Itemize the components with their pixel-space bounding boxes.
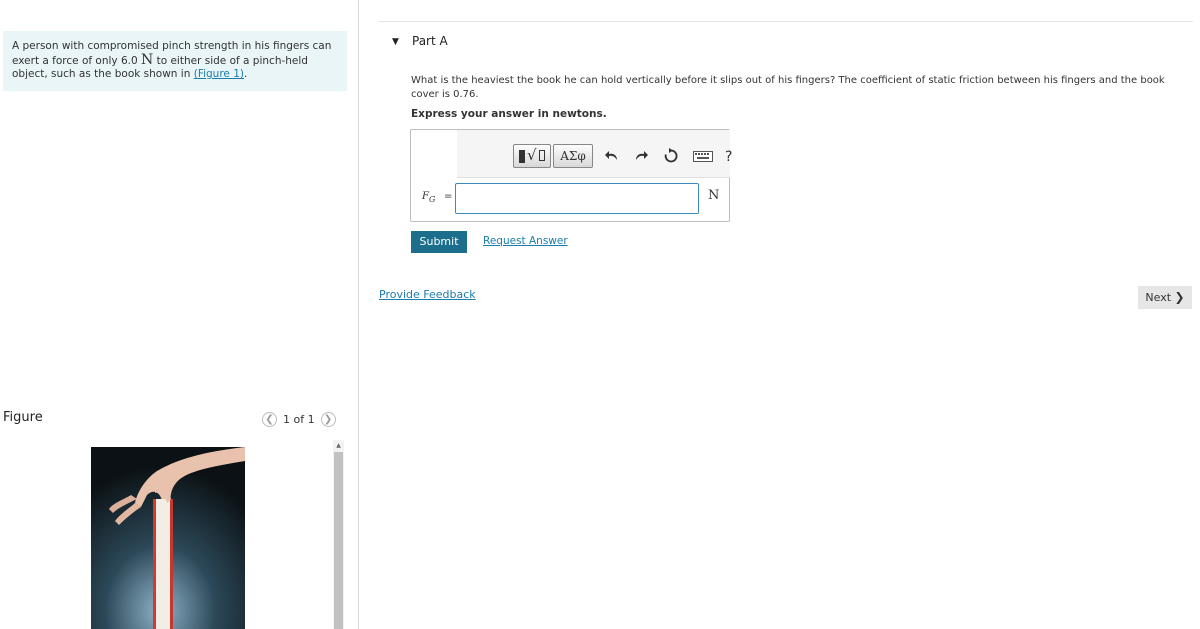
scroll-up-icon[interactable]: ▲ [333, 440, 344, 451]
redo-icon[interactable] [632, 147, 650, 165]
figure-image [91, 447, 245, 629]
chevron-left-icon[interactable]: ❮ [262, 412, 277, 427]
scroll-thumb[interactable] [334, 452, 343, 629]
figure-title: Figure [3, 410, 43, 425]
math-toolbar: √ ΑΣφ ? [457, 130, 732, 178]
pager-text: 1 of 1 [283, 413, 315, 426]
part-label[interactable]: Part A [412, 34, 448, 48]
request-answer-link[interactable]: Request Answer [483, 235, 568, 247]
next-label: Next [1145, 291, 1172, 304]
intro-unit: N [141, 51, 154, 68]
right-panel: ▼ Part A What is the heaviest the book h… [359, 0, 1200, 629]
help-button[interactable]: ? [725, 149, 732, 165]
greek-symbols-button[interactable]: ΑΣφ [553, 144, 593, 168]
left-panel: A person with compromised pinch strength… [0, 0, 359, 629]
chevron-right-icon[interactable]: ❯ [320, 412, 336, 427]
express-instruction: Express your answer in newtons. [411, 108, 607, 120]
answer-variable: FG [422, 191, 436, 204]
chevron-right-icon: ❯ [1174, 290, 1185, 304]
provide-feedback-link[interactable]: Provide Feedback [379, 288, 476, 301]
answer-input[interactable] [455, 183, 699, 214]
part-header [379, 21, 1193, 68]
answer-box: √ ΑΣφ ? FG = N [410, 129, 732, 222]
figure-pager: ❮ 1 of 1 ❯ [262, 412, 336, 427]
triangle-down-icon[interactable]: ▼ [392, 37, 399, 47]
reset-icon[interactable] [662, 147, 680, 165]
question-text: What is the heaviest the book he can hol… [411, 75, 1165, 100]
submit-button[interactable]: Submit [411, 231, 467, 253]
figure-scrollbar[interactable]: ▲ [333, 440, 344, 629]
equals-sign: = [444, 191, 453, 202]
undo-icon[interactable] [603, 147, 621, 165]
keyboard-icon[interactable] [692, 147, 714, 165]
templates-icon[interactable]: √ [513, 144, 551, 168]
answer-unit: N [708, 188, 720, 203]
problem-intro: A person with compromised pinch strength… [3, 31, 347, 91]
figure-link[interactable]: (Figure 1) [194, 68, 244, 80]
next-button[interactable]: Next ❯ [1138, 286, 1192, 309]
intro-text-end: . [244, 68, 248, 80]
